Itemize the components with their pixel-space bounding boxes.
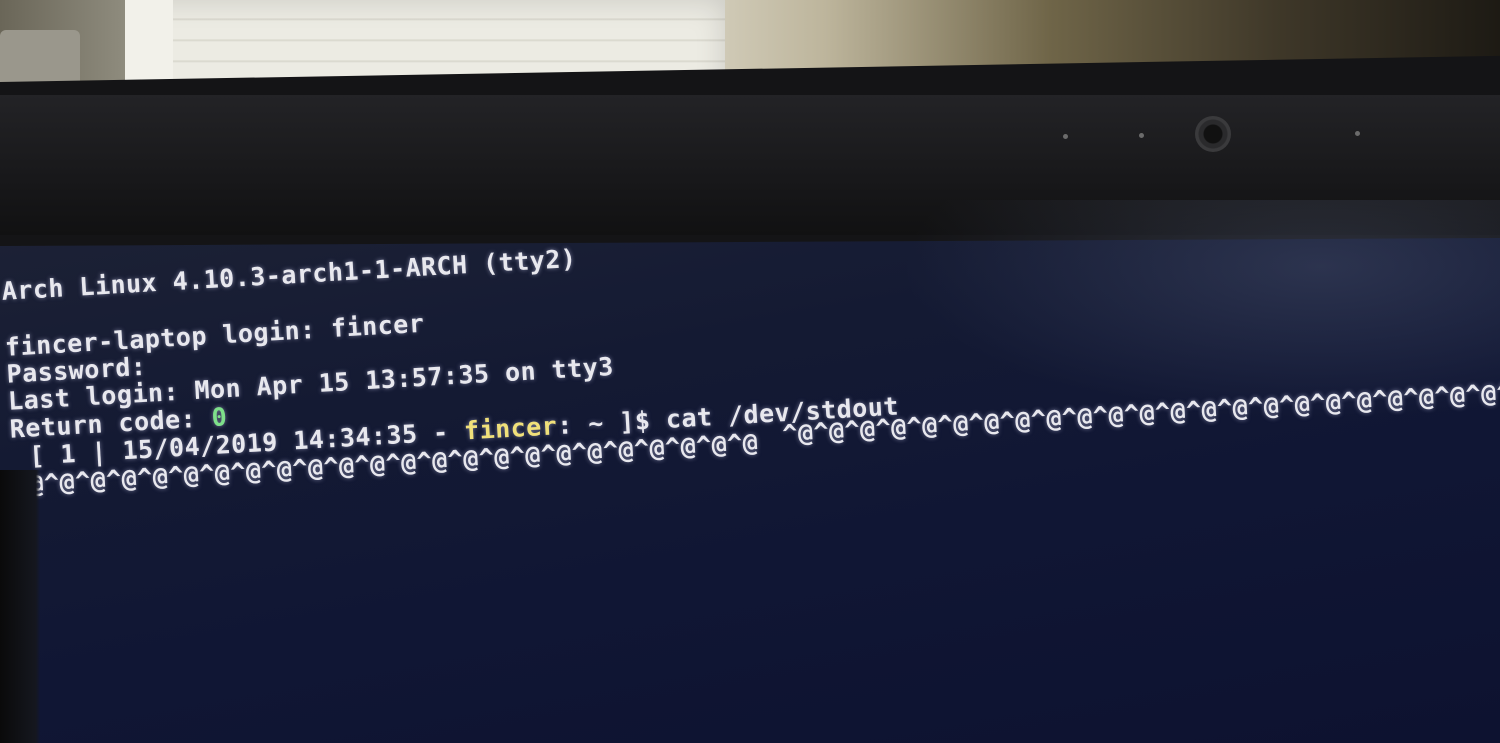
output-line: ^@^@^@^@^@^@^@^@^@^@^@^@^@^@^@^@^@^@^@^@… [781,312,1500,449]
microphone-icon [1139,133,1144,138]
laptop-bezel-left [0,470,40,743]
return-code-value: 0 [210,402,228,433]
microphone-icon [1355,131,1360,136]
microphone-icon [1063,134,1068,139]
webcam-icon [1195,116,1231,152]
login-line: fincer-laptop login: fincer [4,308,426,362]
